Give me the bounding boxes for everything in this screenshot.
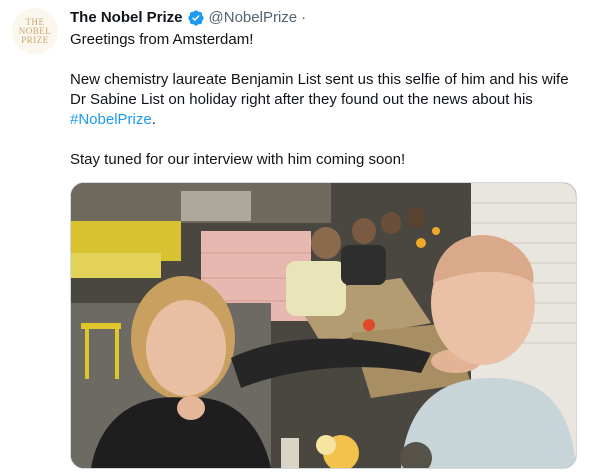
verified-badge-icon (187, 9, 205, 27)
tweet-text: Greetings from Amsterdam! New chemistry … (70, 30, 570, 170)
avatar[interactable]: THE NOBEL PRIZE (12, 8, 58, 54)
tweet-period: . (151, 111, 156, 128)
hashtag-link[interactable]: #NobelPrize (70, 111, 152, 128)
tweet-paragraph-main: New chemistry laureate Benjamin List sen… (70, 70, 570, 130)
tweet-main-text: New chemistry laureate Benjamin List sen… (70, 71, 569, 108)
tweet-greeting: Greetings from Amsterdam! (70, 31, 254, 48)
avatar-line-3: PRIZE (21, 34, 49, 45)
author-handle[interactable]: @NobelPrize (209, 8, 298, 28)
tweet-header: The Nobel Prize @NobelPrize · (70, 8, 306, 28)
selfie-photo-illustration (71, 183, 576, 468)
separator-dot: · (301, 9, 307, 26)
author-name[interactable]: The Nobel Prize (70, 8, 183, 28)
tweet-photo[interactable] (70, 182, 577, 469)
tweet-paragraph-end: Stay tuned for our interview with him co… (70, 151, 406, 168)
